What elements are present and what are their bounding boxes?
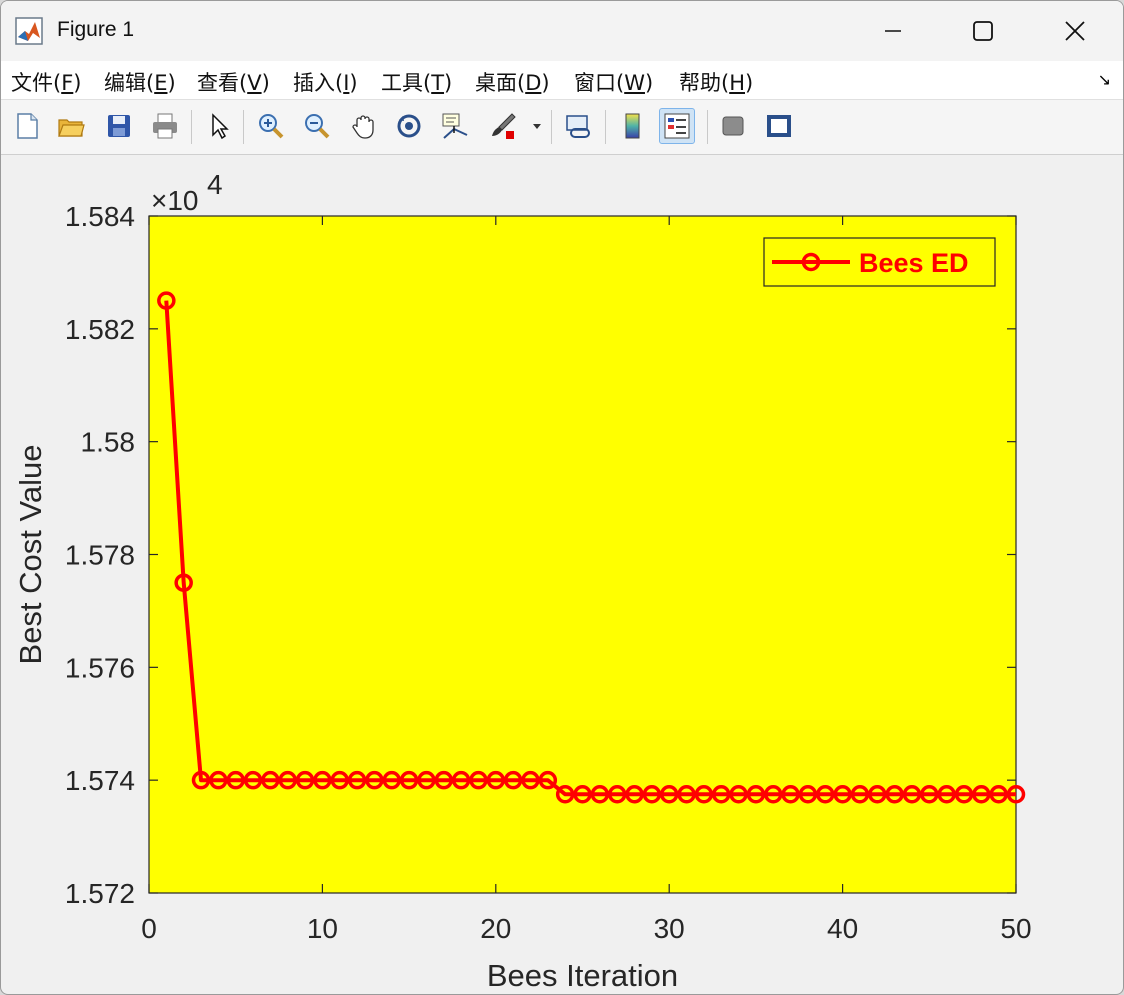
legend-icon xyxy=(664,113,690,139)
menu-help[interactable]: 帮助(H) xyxy=(679,67,753,97)
pan-button[interactable] xyxy=(346,108,382,144)
window-title: Figure 1 xyxy=(57,18,135,41)
rotate-3d-button[interactable] xyxy=(391,108,427,144)
colorbar-button[interactable] xyxy=(615,108,651,144)
y-tick-label: 1.58 xyxy=(81,427,136,458)
menu-tools[interactable]: 工具(T) xyxy=(381,67,452,97)
y-tick-label: 1.582 xyxy=(65,314,135,345)
figure-window: Figure 1 文件(F) 编辑(E) 查看(V) 插入(I) 工具(T) 桌… xyxy=(0,0,1124,995)
menu-edit[interactable]: 编辑(E) xyxy=(104,67,176,97)
hide-plot-tools-button[interactable] xyxy=(715,108,751,144)
open-file-button[interactable] xyxy=(53,108,89,144)
x-tick-label: 20 xyxy=(480,913,511,944)
menu-overflow-icon[interactable]: ↘ xyxy=(1098,70,1111,89)
save-button[interactable] xyxy=(101,108,137,144)
y-tick-label: 1.576 xyxy=(65,652,135,683)
minimize-icon xyxy=(885,30,901,32)
toolbar-separator xyxy=(191,110,192,144)
data-cursor-button[interactable] xyxy=(437,108,473,144)
y-exponent-power: 4 xyxy=(207,169,223,200)
y-exponent-label: ×10 xyxy=(151,185,199,216)
figure-canvas[interactable]: 0 10 20 30 40 50 1.572 1.574 1.576 1.578 1.58 1.582… xyxy=(1,154,1123,994)
pointer-button[interactable] xyxy=(201,108,237,144)
show-plot-tools-icon xyxy=(767,115,791,137)
hide-plot-tools-icon xyxy=(722,116,744,136)
plot-axes[interactable]: 0 10 20 30 40 50 1.572 1.574 1.576 1.578 1.58 1.582… xyxy=(13,169,1032,993)
toolbar-separator xyxy=(707,110,708,144)
y-tick-label: 1.584 xyxy=(65,201,135,232)
menu-insert[interactable]: 插入(I) xyxy=(293,67,358,97)
open-file-icon xyxy=(58,119,85,137)
x-tick-label: 30 xyxy=(654,913,685,944)
link-plot-button[interactable] xyxy=(561,108,597,144)
maximize-button[interactable] xyxy=(937,1,1029,61)
brush-icon xyxy=(492,113,516,139)
caret-down-icon xyxy=(533,124,541,129)
x-tick-label: 0 xyxy=(141,913,157,944)
menu-view[interactable]: 查看(V) xyxy=(197,67,270,97)
x-tick-label: 50 xyxy=(1000,913,1031,944)
toolbar-separator xyxy=(551,110,552,144)
minimize-button[interactable] xyxy=(847,1,939,61)
pan-icon xyxy=(352,115,374,139)
x-tick-label: 10 xyxy=(307,913,338,944)
figure-toolbar xyxy=(1,99,1123,155)
new-figure-button[interactable] xyxy=(9,108,45,144)
toolbar-separator xyxy=(243,110,244,144)
data-cursor-icon xyxy=(442,113,468,139)
title-bar[interactable]: Figure 1 xyxy=(1,1,1123,61)
menu-file[interactable]: 文件(F) xyxy=(11,67,82,97)
y-tick-label: 1.572 xyxy=(65,878,135,909)
show-plot-tools-button[interactable] xyxy=(761,108,797,144)
zoom-out-icon xyxy=(305,114,330,139)
colorbar-icon xyxy=(625,113,640,139)
rotate-3d-icon xyxy=(397,114,421,138)
brush-button[interactable] xyxy=(485,108,521,144)
y-tick-label: 1.574 xyxy=(65,765,135,796)
pointer-icon xyxy=(212,113,229,140)
close-button[interactable] xyxy=(1029,1,1121,61)
new-figure-icon xyxy=(17,113,38,139)
matlab-app-icon xyxy=(15,17,43,45)
zoom-in-icon xyxy=(259,114,284,139)
menu-window[interactable]: 窗口(W) xyxy=(574,67,653,97)
y-tick-label: 1.578 xyxy=(65,540,135,571)
zoom-out-button[interactable] xyxy=(299,108,335,144)
x-axis-label: Bees Iteration xyxy=(487,958,678,993)
legend-label: Bees ED xyxy=(859,248,969,278)
print-button[interactable] xyxy=(147,108,183,144)
close-icon xyxy=(1065,21,1085,41)
link-plot-icon xyxy=(566,115,590,138)
x-tick-label: 40 xyxy=(827,913,858,944)
menu-bar: 文件(F) 编辑(E) 查看(V) 插入(I) 工具(T) 桌面(D) 窗口(W… xyxy=(1,61,1123,99)
save-icon xyxy=(108,115,130,137)
y-axis-label: Best Cost Value xyxy=(13,445,48,665)
print-icon xyxy=(153,113,177,139)
toolbar-separator xyxy=(605,110,606,144)
maximize-icon xyxy=(973,21,993,41)
menu-desktop[interactable]: 桌面(D) xyxy=(475,67,550,97)
legend-button[interactable] xyxy=(659,108,695,144)
brush-dropdown[interactable] xyxy=(527,108,547,144)
zoom-in-button[interactable] xyxy=(253,108,289,144)
